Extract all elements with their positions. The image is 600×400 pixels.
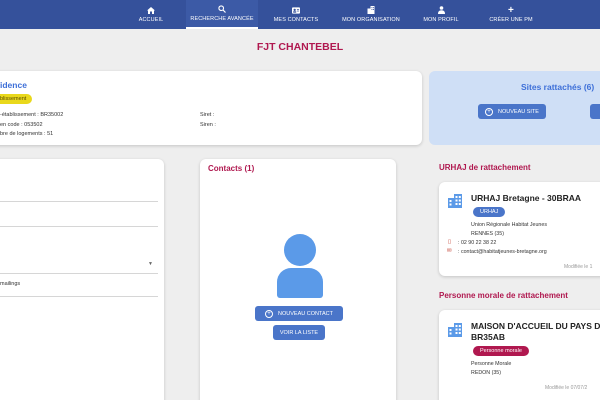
nav-label: RECHERCHE AVANCÉE <box>190 15 254 22</box>
pm-section-title: Personne morale de rattachement <box>439 291 568 300</box>
site-secondary-button[interactable] <box>590 104 600 119</box>
logements-count: bre de logements : 51 <box>0 131 54 137</box>
dropdown-arrow-icon[interactable]: ▼ <box>148 261 153 267</box>
pm-badge: Personne morale <box>473 346 529 356</box>
residence-title: idence <box>0 80 27 90</box>
nav-item-mes-contacts[interactable]: MES CONTACTS <box>270 0 322 29</box>
form-field-divider <box>0 226 158 227</box>
pm-card[interactable]: MAISON D'ACCUEIL DU PAYS D BR35AB Person… <box>439 310 600 400</box>
code-value: en code : 053502 <box>0 122 43 128</box>
search-icon <box>218 5 226 13</box>
urhaj-name: URHAJ Bretagne - 30BRAA <box>471 193 582 203</box>
plus-circle-icon: + <box>265 309 274 318</box>
siren-field: Siren : <box>200 122 216 128</box>
urhaj-full-name: Union Régionale Habitat Jeunes <box>471 222 547 228</box>
nav-label: CRÉER UNE PM <box>489 16 533 23</box>
nav-label: ACCUEIL <box>138 16 164 23</box>
new-contact-label: NOUVEAU CONTACT <box>278 310 333 317</box>
building-icon <box>448 323 462 337</box>
home-icon <box>147 6 155 14</box>
nav-item-creer-une-pm[interactable]: + CRÉER UNE PM <box>482 0 540 29</box>
urhaj-phone: : 02 90 22 38 22 <box>458 240 497 246</box>
top-navigation: ACCUEIL RECHERCHE AVANCÉE MES CONTACTS M… <box>0 0 600 29</box>
etablissement-badge: blissement <box>0 94 33 104</box>
plus-circle-icon: + <box>485 107 494 116</box>
nav-label: MON PROFIL <box>423 16 459 23</box>
mailings-label: mailings <box>0 281 21 287</box>
page-title: FJT CHANTEBEL <box>256 41 344 53</box>
urhaj-city: RENNES (35) <box>471 231 504 237</box>
new-contact-button[interactable]: + NOUVEAU CONTACT <box>255 306 343 321</box>
nav-label: MES CONTACTS <box>273 16 319 23</box>
urhaj-email: : contact@habitatjeunes-bretagne.org <box>458 249 547 255</box>
etablissement-code: -établissement : BR35002 <box>0 112 64 118</box>
contacts-title: Contacts (1) <box>208 164 255 173</box>
user-icon <box>437 6 445 14</box>
nav-item-mon-organisation[interactable]: MON ORGANISATION <box>334 0 408 29</box>
sites-title: Sites rattachés (6) <box>521 82 595 92</box>
view-list-label: VOIR LA LISTE <box>279 329 319 336</box>
view-list-button[interactable]: VOIR LA LISTE <box>273 325 325 340</box>
nav-item-accueil[interactable]: ACCUEIL <box>131 0 171 29</box>
nav-label: MON ORGANISATION <box>342 16 400 23</box>
residence-card: idence blissement -établissement : BR350… <box>0 71 422 145</box>
pm-type: Personne Morale <box>471 361 512 367</box>
pm-city: REDON (35) <box>471 370 502 376</box>
building-icon <box>367 6 375 14</box>
nav-item-mon-profil[interactable]: MON PROFIL <box>418 0 464 29</box>
new-site-button[interactable]: + NOUVEAU SITE <box>478 104 546 119</box>
form-field-divider <box>0 201 158 202</box>
email-icon: ✉ <box>447 248 452 254</box>
avatar-body-icon <box>277 268 323 298</box>
left-form-card: ▼ mailings <box>0 159 164 400</box>
building-icon <box>448 194 462 208</box>
form-field-divider <box>0 296 158 297</box>
phone-icon: ▯ <box>448 239 452 245</box>
avatar-icon <box>284 234 316 266</box>
nav-item-recherche-avancee[interactable]: RECHERCHE AVANCÉE <box>186 0 258 29</box>
contacts-card: Contacts (1) + NOUVEAU CONTACT VOIR LA L… <box>200 159 396 400</box>
pm-name-line1: MAISON D'ACCUEIL DU PAYS D <box>471 321 600 331</box>
pm-modified-date: Modifiée le 07/07/2 <box>545 385 588 391</box>
contact-card-icon <box>292 6 300 14</box>
urhaj-section-title: URHAJ de rattachement <box>439 163 531 172</box>
urhaj-badge: URHAJ <box>473 207 506 217</box>
siret-field: Siret : <box>200 112 215 118</box>
dropdown-underline <box>0 273 158 274</box>
sites-rattaches-card: Sites rattachés (6) + NOUVEAU SITE <box>429 71 600 145</box>
plus-icon: + <box>508 4 514 16</box>
pm-name-line2: BR35AB <box>471 332 506 342</box>
new-site-label: NOUVEAU SITE <box>498 108 539 115</box>
urhaj-modified-date: Modifiée le 1 <box>564 264 593 270</box>
urhaj-card[interactable]: URHAJ Bretagne - 30BRAA URHAJ Union Régi… <box>439 182 600 276</box>
